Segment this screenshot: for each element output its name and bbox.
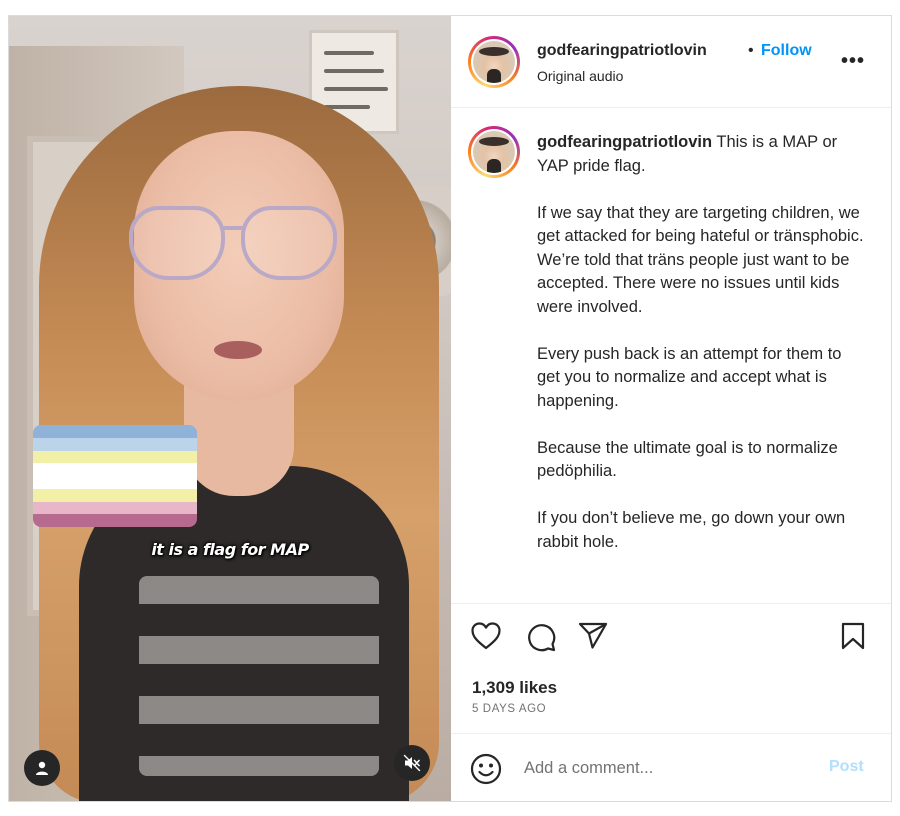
caption-body: This is a MAP or YAP pride flag. If we s… [537,133,864,551]
header-username[interactable]: godfearingpatriotlovin [537,42,707,60]
likes-count[interactable]: 1,309 likes [472,678,557,698]
avatar-image [473,131,515,173]
share-icon[interactable] [578,622,608,650]
post-date[interactable]: 5 DAYS AGO [472,703,546,715]
caption-username[interactable]: godfearingpatriotlovin [537,133,712,151]
flag-stripe [33,514,197,527]
caption-area: godfearingpatriotlovin This is a MAP or … [451,109,891,604]
comment-bar: Post [451,734,891,801]
flag-stripe [33,488,197,502]
glasses-bridge [223,226,243,230]
heart-icon[interactable] [471,622,501,650]
avatar-image [473,41,515,83]
post-caption: godfearingpatriotlovin This is a MAP or … [537,131,867,554]
separator-dot: • [748,42,754,59]
caption-avatar[interactable] [468,126,520,178]
follow-button[interactable]: Follow [761,42,812,60]
comment-icon[interactable] [526,622,556,652]
glasses-right-lens [241,206,337,280]
original-audio-link[interactable]: Original audio [537,68,623,84]
mute-toggle-button[interactable] [394,745,430,781]
flag-stripe [33,425,197,438]
bookmark-icon[interactable] [840,622,866,650]
flag-stripe [33,476,197,489]
video-caption-overlay: it is a flag for MAP [151,540,309,559]
person-mouth [214,341,262,359]
comment-input[interactable] [524,756,814,780]
post-comment-button[interactable]: Post [829,758,864,776]
glasses-left-lens [129,206,225,280]
post-sidebar: godfearingpatriotlovin • Follow Original… [451,16,891,801]
post-header: godfearingpatriotlovin • Follow Original… [451,16,891,108]
pride-flag-sticker [33,425,197,527]
avatar[interactable] [468,36,520,88]
flag-stripe [33,450,197,464]
flag-stripe [33,501,197,515]
flag-stripe [33,437,197,451]
person-icon [36,761,48,775]
tagged-users-button[interactable] [24,750,60,786]
emoji-icon[interactable] [470,753,502,785]
post-actions: 1,309 likes 5 DAYS AGO [451,604,891,734]
shirt-print [139,576,379,776]
avatar-border [471,129,517,175]
more-options-icon[interactable]: ••• [841,50,865,73]
flag-stripe [33,463,197,476]
instagram-post: it is a flag for MAP godfearingpatriotlo… [8,15,892,802]
video-player[interactable]: it is a flag for MAP [9,16,451,801]
muted-speaker-icon [403,754,421,772]
avatar-border [471,39,517,85]
